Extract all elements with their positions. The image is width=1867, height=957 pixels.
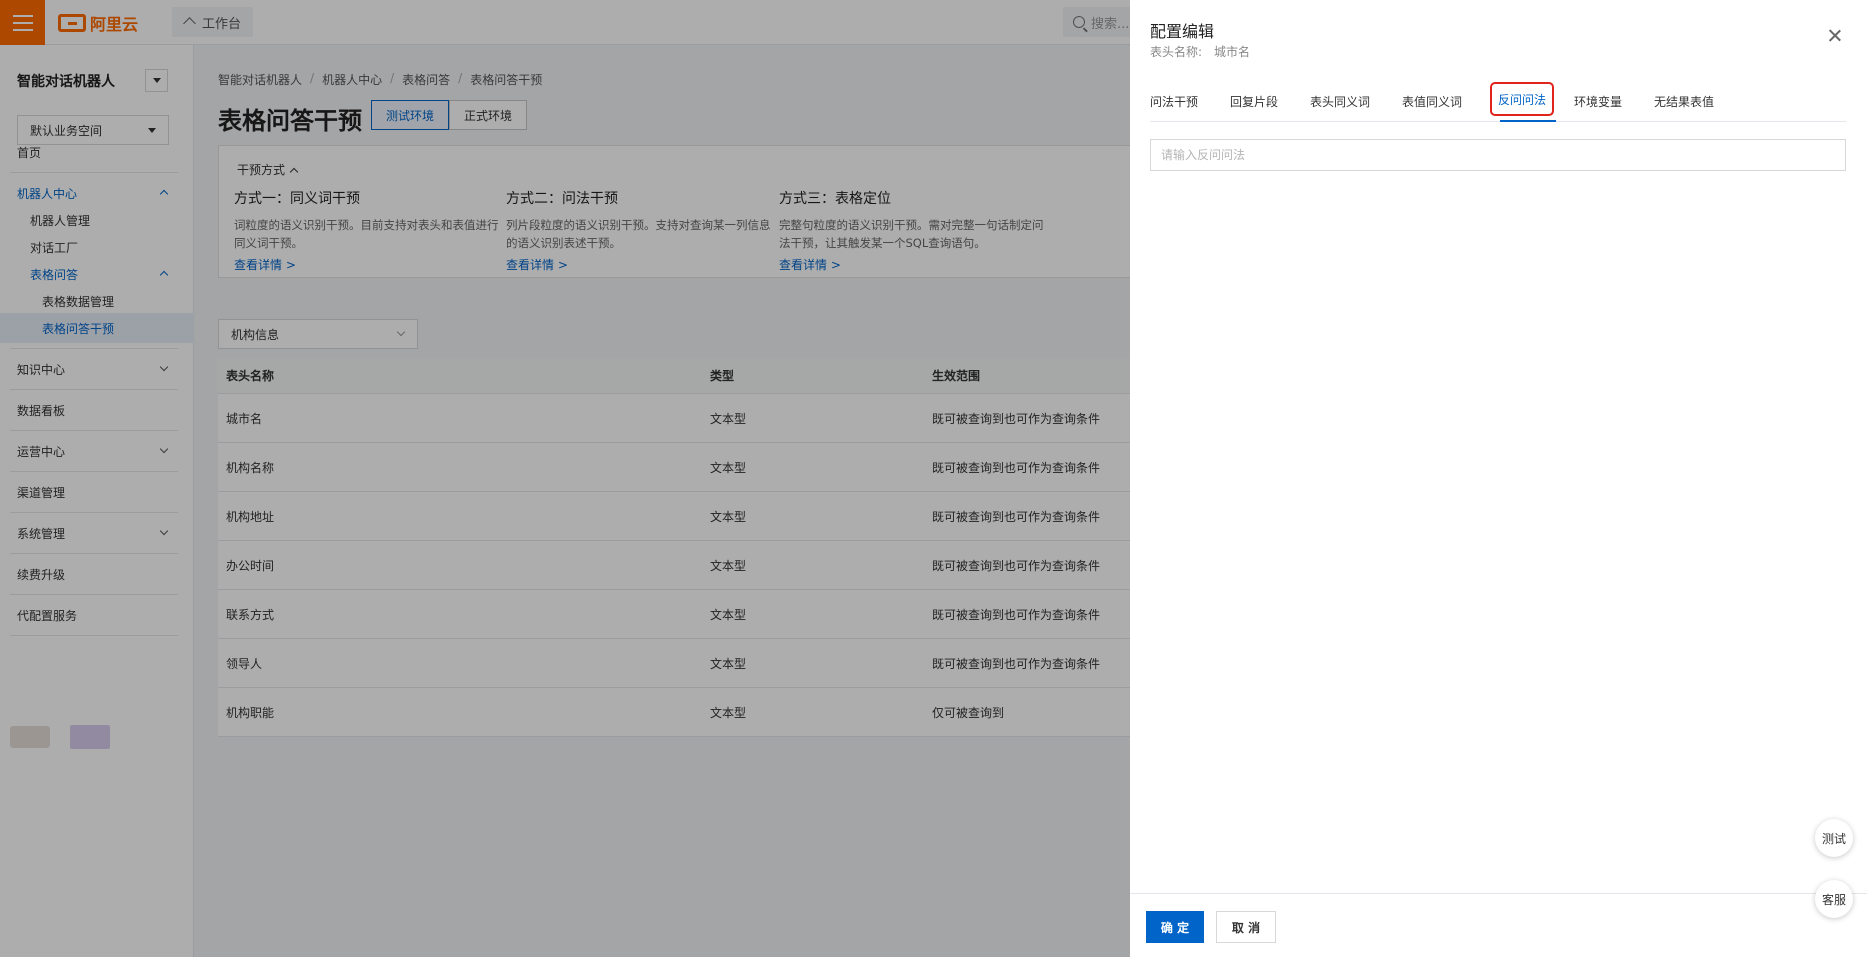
close-icon[interactable] xyxy=(1827,28,1843,44)
tab-reverse-question[interactable]: 反问问法 xyxy=(1490,82,1555,116)
tab-header-synonym[interactable]: 表头同义词 xyxy=(1310,86,1370,116)
tab-question-intervention[interactable]: 问法干预 xyxy=(1150,86,1198,116)
confirm-button[interactable]: 确 定 xyxy=(1146,911,1204,943)
drawer-subtitle: 表头名称: 城市名 xyxy=(1150,43,1250,60)
tab-value-synonym[interactable]: 表值同义词 xyxy=(1402,86,1462,116)
cancel-button[interactable]: 取 消 xyxy=(1216,911,1276,943)
subtitle-value: 城市名 xyxy=(1214,45,1251,59)
config-edit-drawer: 配置编辑 表头名称: 城市名 问法干预 回复片段 表头同义词 表值同义词 反问问… xyxy=(1130,0,1867,957)
drawer-tabs: 问法干预 回复片段 表头同义词 表值同义词 反问问法 环境变量 无结果表值 xyxy=(1150,82,1846,122)
active-tab-indicator xyxy=(1500,120,1556,122)
subtitle-label: 表头名称: xyxy=(1150,45,1203,59)
tab-no-result-value[interactable]: 无结果表值 xyxy=(1654,86,1714,116)
drawer-footer: 确 定 取 消 xyxy=(1130,893,1867,957)
tab-environment-variable[interactable]: 环境变量 xyxy=(1574,86,1622,116)
customer-service-float-button[interactable]: 客服 xyxy=(1815,880,1853,918)
tab-reply-snippet[interactable]: 回复片段 xyxy=(1230,86,1278,116)
drawer-title: 配置编辑 xyxy=(1150,22,1215,41)
reverse-question-input[interactable] xyxy=(1150,139,1846,171)
test-float-button[interactable]: 测试 xyxy=(1815,819,1853,857)
